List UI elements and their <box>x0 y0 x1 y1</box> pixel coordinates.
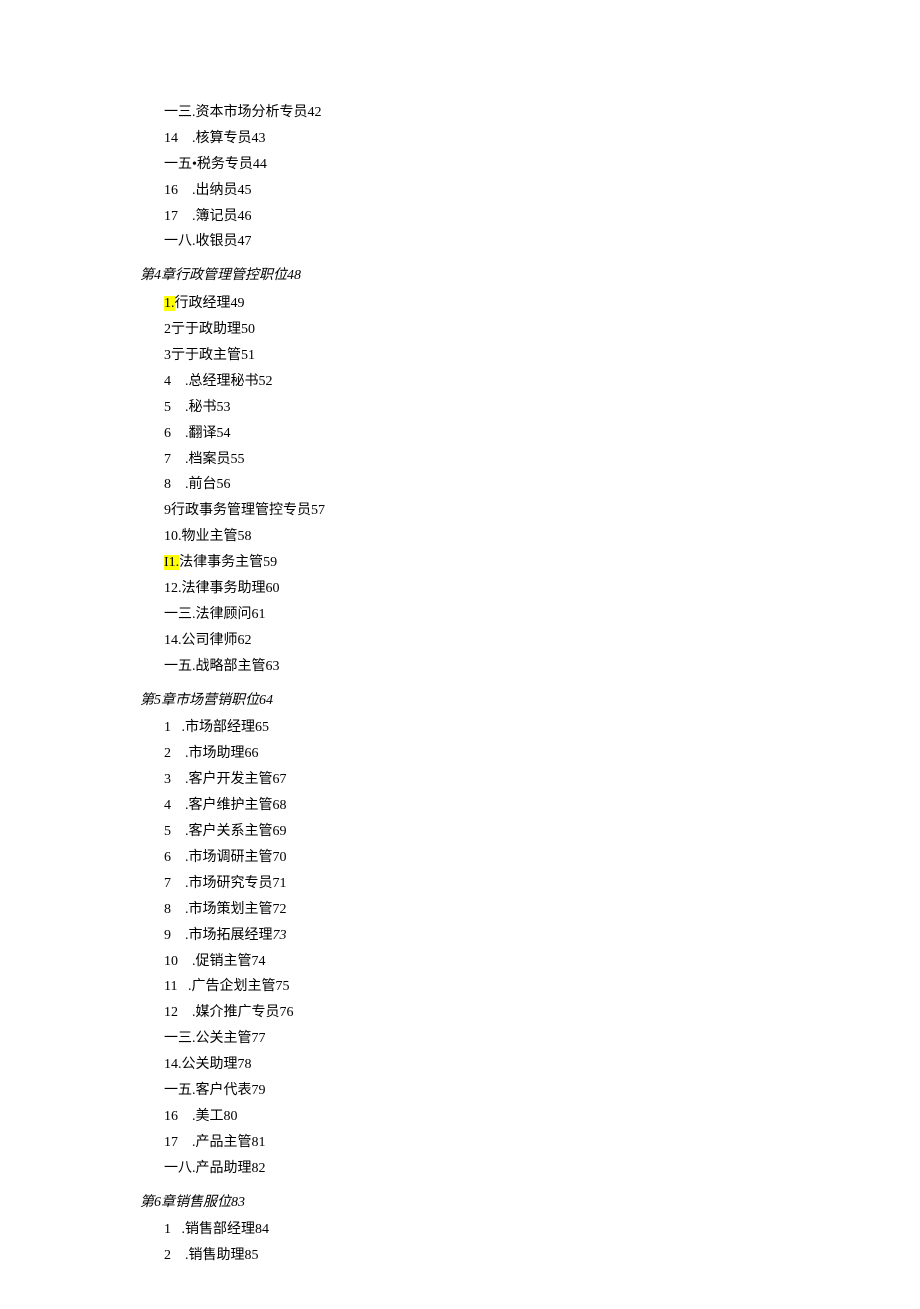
toc-item: 8 .市场策划主管72 <box>164 897 920 923</box>
toc-item: 17 .产品主管81 <box>164 1130 920 1156</box>
toc-item: 14 .核算专员43 <box>164 126 920 152</box>
toc-item: 2亍于政助理50 <box>164 317 920 343</box>
toc-item: 16 .出纳员45 <box>164 178 920 204</box>
toc-item: 6 .翻译54 <box>164 421 920 447</box>
toc-item: 一三.公关主管77 <box>164 1026 920 1052</box>
toc-item: 1.行政经理49 <box>164 291 920 317</box>
toc-item: 一三.资本市场分析专员42 <box>164 100 920 126</box>
toc-item: 6 .市场调研主管70 <box>164 845 920 871</box>
toc-item: 9 .市场拓展经理73 <box>164 923 920 949</box>
toc-item: 10.物业主管58 <box>164 524 920 550</box>
toc-item: 一三.法律顾问61 <box>164 602 920 628</box>
toc-item: 17 .簿记员46 <box>164 204 920 230</box>
toc-item: 4 .客户维护主管68 <box>164 793 920 819</box>
toc-item: 14.公司律师62 <box>164 628 920 654</box>
toc-item: 1 .销售部经理84 <box>164 1217 920 1243</box>
toc-item: 一五.战略部主管63 <box>164 654 920 680</box>
highlight: I1. <box>164 555 179 570</box>
toc-item: 11 .广告企划主管75 <box>164 974 920 1000</box>
toc-item: 2 .销售助理85 <box>164 1243 920 1269</box>
toc-item: 一五.客户代表79 <box>164 1078 920 1104</box>
page-number: 73 <box>273 928 287 943</box>
chapter-heading: 第5章市场营销职位64 <box>140 688 920 714</box>
toc-item: 3亍于政主管51 <box>164 343 920 369</box>
toc-item: 7 .档案员55 <box>164 447 920 473</box>
toc-item: 4 .总经理秘书52 <box>164 369 920 395</box>
toc-item: 一八.收银员47 <box>164 229 920 255</box>
toc-item: I1.法律事务主管59 <box>164 550 920 576</box>
toc-item: 一八.产品助理82 <box>164 1156 920 1182</box>
chapter-heading: 第4章行政管理管控职位48 <box>140 263 920 289</box>
toc-item: 一五•税务专员44 <box>164 152 920 178</box>
toc-item: 16 .美工80 <box>164 1104 920 1130</box>
highlight: 1. <box>164 296 175 311</box>
toc-item: 5 .秘书53 <box>164 395 920 421</box>
toc-item: 9行政事务管理管控专员57 <box>164 498 920 524</box>
toc-item: 10 .促销主管74 <box>164 949 920 975</box>
chapter-heading: 第6章销售服位83 <box>140 1190 920 1216</box>
toc-item: 14.公关助理78 <box>164 1052 920 1078</box>
toc-item: 12.法律事务助理60 <box>164 576 920 602</box>
toc-item: 8 .前台56 <box>164 472 920 498</box>
toc-item: 7 .市场研究专员71 <box>164 871 920 897</box>
toc-item: 5 .客户关系主管69 <box>164 819 920 845</box>
toc-item: 12 .媒介推广专员76 <box>164 1000 920 1026</box>
toc-item: 2 .市场助理66 <box>164 741 920 767</box>
toc-item: 1 .市场部经理65 <box>164 715 920 741</box>
toc-item: 3 .客户开发主管67 <box>164 767 920 793</box>
